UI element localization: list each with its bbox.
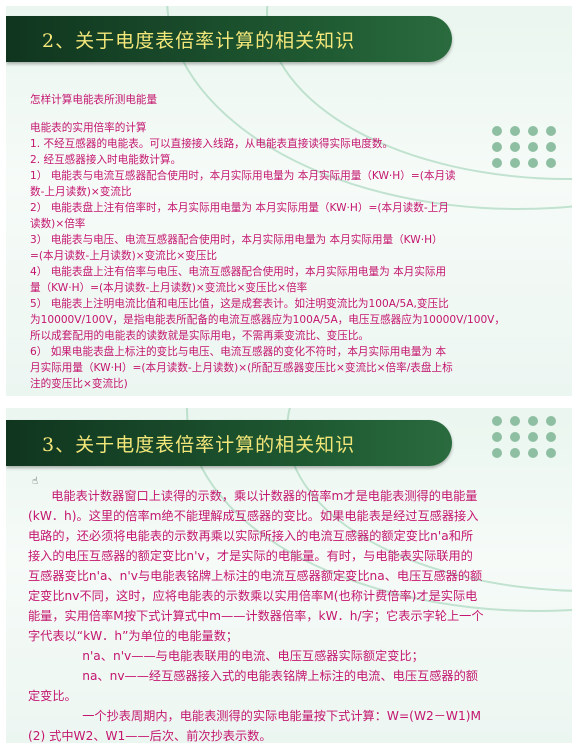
text-line: 所以成套配用的电能表的读数就是实际用电，不需再乘变流比、变压比。: [30, 330, 369, 342]
slide-body: 怎样计算电能表所测电能量 电能表的实用倍率的计算 1. 不经互感器的电能表。可以…: [30, 92, 566, 392]
slide-1: 2、关于电度表倍率计算的相关知识 怎样计算电能表所测电能量 电能表的实用倍率的计…: [6, 6, 572, 396]
text-line: 电路的，还必须将电能表的示数再乘以实际所接入的电流互感器的额定变比n'a和所: [28, 529, 474, 543]
text-line: 字代表以“kW．h”为单位的电能量数；: [28, 629, 239, 643]
text-line: 能量，实用倍率M按下式计算式中m——计数器倍率，kW．h/字；它表示字轮上一个: [28, 609, 484, 623]
text-line: 1. 不经互感器的电能表。可以直接接入线路，从电能表直接读得实际电度数。: [30, 138, 394, 150]
slide-body: 电能表计数器窗口上读得的示数，乘以计数器的倍率m才是电能表测得的电能量 (kW．…: [28, 486, 568, 743]
text-line: 注的变压比×变流比): [30, 378, 128, 390]
text-line: 读数)×倍率: [30, 218, 86, 230]
text-line: 互感器变比n'a、n'v与电能表铭牌上标注的电流互感器额定变比na、电压互感器的…: [28, 569, 483, 583]
text-line: 为10000V/100V，是指电能表所配备的电流互感器应为100A/5A，电压互…: [30, 314, 506, 326]
text-line: 月实际用量（KW·H）=(本月读数-上月读数)×(所配互感器变压比×变流比×倍率…: [30, 362, 453, 374]
title-banner: 3、关于电度表倍率计算的相关知识: [6, 420, 452, 466]
text-line: (2) 式中W2、W1——后次、前次抄表示数。: [28, 729, 272, 743]
text-line: 一个抄表周期内，电能表测得的实际电能量按下式计算：W=(W2－W1)M: [28, 709, 482, 723]
text-line: 电能表的实用倍率的计算: [30, 122, 147, 134]
text-line: 4） 电能表盘上注有倍率与电压、电流互感器配合使用时，本月实际用电量为 本月实际…: [30, 266, 447, 278]
text-line: 2） 电能表盘上注有倍率时，本月实际用电量为 本月实际用量（KW·H）=(本月读…: [30, 202, 449, 214]
decorative-dots: [492, 416, 558, 458]
text-line: 5） 电能表上注明电流比值和电压比值，这是成套表计。如注明变流比为100A/5A…: [30, 298, 449, 310]
text-line: (kW．h)。这里的倍率m绝不能理解成互感器的变比。如果电能表是经过互感器接入: [28, 509, 479, 523]
text-line: 1） 电能表与电流互感器配合使用时，本月实际用电量为 本月实际用量（KW·H）=…: [30, 170, 456, 182]
text-line: 6） 如果电能表盘上标注的变比与电压、电流互感器的变化不符时，本月实际用电量为 …: [30, 346, 447, 358]
text-line: 定变比nv不同，这时，应将电能表的示数乘以实用倍率M(也称计费倍率)才是实际电: [28, 589, 478, 603]
text-line: n'a、n'v——与电能表联用的电流、电压互感器实际额定变比；: [28, 649, 424, 663]
text-line: 数-上月读数)×变流比: [30, 186, 132, 198]
text-line: 接入的电压互感器的额定变比n'v，才是实际的电能量。有时，与电能表实际联用的: [28, 549, 473, 563]
slide-title: 3、关于电度表倍率计算的相关知识: [42, 434, 356, 456]
slide-title: 2、关于电度表倍率计算的相关知识: [42, 30, 356, 52]
text-line: na、nv——经互感器接入式的电能表铭牌上标注的电流、电压互感器的额: [28, 669, 478, 683]
text-line: 定变比。: [28, 689, 77, 703]
text-line: 量（KW·H）=(本月读数-上月读数)×变流比×变压比×倍率: [30, 282, 308, 294]
slide-2: 3、关于电度表倍率计算的相关知识 ☝ 电能表计数器窗口上读得的示数，乘以计数器的…: [6, 408, 572, 743]
text-line: 电能表计数器窗口上读得的示数，乘以计数器的倍率m才是电能表测得的电能量: [28, 489, 478, 503]
text-line: 3） 电能表与电压、电流互感器配合使用时，本月实际用电量为 本月实际用量（KW·…: [30, 234, 443, 246]
title-banner: 2、关于电度表倍率计算的相关知识: [6, 16, 452, 62]
section-heading: 怎样计算电能表所测电能量: [30, 94, 158, 106]
text-line: =(本月读数-上月读数)×变流比×变压比: [30, 250, 218, 262]
text-line: 2. 经互感器接入时电能数计算。: [30, 154, 182, 166]
